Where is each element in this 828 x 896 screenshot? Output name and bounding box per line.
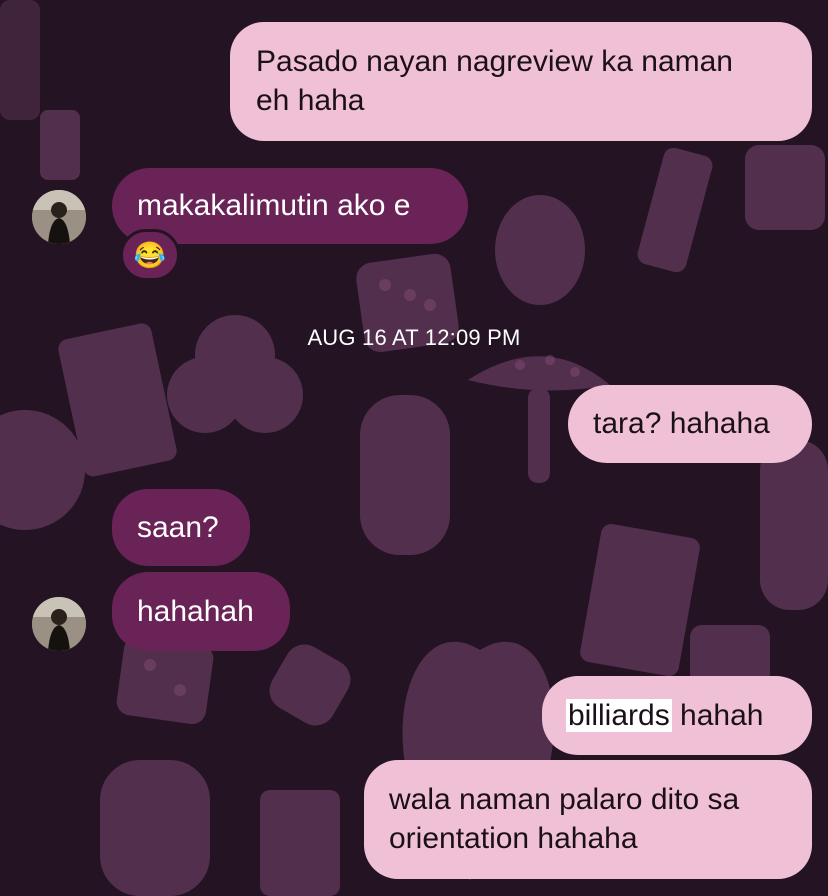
message-bubble-incoming[interactable]: saan? [112, 489, 250, 566]
timestamp: AUG 16 AT 12:09 PM [307, 325, 521, 350]
message-text-line: eh haha [256, 84, 365, 117]
message-text-line: wala naman palaro dito sa [389, 783, 740, 816]
laughing-tears-emoji-icon: 😂 [133, 240, 167, 270]
highlighted-text: billiards [566, 699, 672, 732]
message-bubble-outgoing[interactable]: wala naman palaro dito sa orientation ha… [364, 760, 812, 879]
contact-avatar[interactable] [32, 597, 86, 651]
message-text-line: Pasado nayan nagreview ka naman [256, 45, 733, 78]
message-text: hahah [671, 699, 764, 732]
message-bubble-outgoing[interactable]: billiards hahah [542, 676, 812, 755]
message-text: hahahah [137, 595, 254, 628]
avatar-photo-icon [32, 597, 86, 651]
message-text: saan? [137, 511, 219, 544]
message-text: tara? hahaha [593, 407, 770, 440]
reaction-badge[interactable]: 😂 [120, 229, 180, 281]
message-text-line: orientation hahaha [389, 822, 638, 855]
avatar-photo-icon [32, 190, 86, 244]
message-text: makakalimutin ako e [137, 189, 411, 222]
message-bubble-outgoing[interactable]: tara? hahaha [568, 385, 812, 463]
contact-avatar[interactable] [32, 190, 86, 244]
message-bubble-incoming[interactable]: hahahah [112, 572, 290, 651]
message-bubble-outgoing[interactable]: Pasado nayan nagreview ka naman eh haha [230, 22, 812, 141]
